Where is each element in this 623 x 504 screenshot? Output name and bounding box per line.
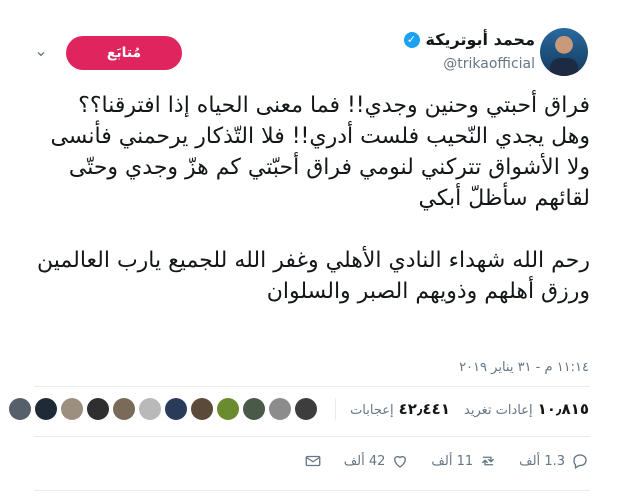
tweet-text: فراق أحبتي وحنين وجدي!! فما معنى الحياه …: [37, 93, 590, 304]
stats-separator: [335, 398, 337, 420]
likes-count: ٤٢٫٤٤١: [398, 400, 450, 418]
retweets-stat[interactable]: ١٠٫٨١٥ إعادات تغريد: [464, 400, 589, 418]
divider: [34, 436, 590, 437]
heart-icon: [394, 455, 407, 468]
tweet-actions: 1.3 ألف 11 ألف 42 ألف: [304, 452, 589, 470]
like-button[interactable]: 42 ألف: [344, 452, 410, 470]
envelope-icon: [305, 455, 321, 467]
liker-avatar[interactable]: [243, 398, 266, 420]
liker-avatar[interactable]: [139, 398, 162, 420]
avatar[interactable]: [540, 28, 588, 76]
retweet-icon: [482, 456, 495, 466]
direct-message-button[interactable]: [304, 452, 322, 470]
chevron-down-icon[interactable]: ⌄: [32, 42, 50, 60]
tweet-stats: ١٠٫٨١٥ إعادات تغريد ٤٢٫٤٤١ إعجابات: [9, 398, 589, 420]
retweet-button[interactable]: 11 ألف: [431, 452, 497, 470]
liker-avatar[interactable]: [113, 398, 136, 420]
liker-avatar[interactable]: [87, 398, 110, 420]
tweet-card: محمد أبوتريكة ✓ @trikaofficial مُتابَع ⌄…: [0, 0, 623, 504]
tweet-timestamp[interactable]: ١١:١٤ م - ٣١ يناير ٢٠١٩: [459, 360, 589, 375]
liker-avatar[interactable]: [269, 398, 292, 420]
retweets-label: إعادات تغريد: [464, 403, 533, 418]
liker-avatar[interactable]: [217, 398, 240, 420]
author-name-row[interactable]: محمد أبوتريكة ✓: [403, 30, 535, 49]
reply-button[interactable]: 1.3 ألف: [519, 452, 589, 470]
liker-avatar[interactable]: [61, 398, 84, 420]
like-count: 42 ألف: [343, 453, 386, 469]
liker-avatar[interactable]: [295, 398, 318, 420]
reply-count: 1.3 ألف: [519, 453, 565, 469]
likes-stat[interactable]: ٤٢٫٤٤١ إعجابات: [350, 400, 450, 418]
liker-avatar[interactable]: [165, 398, 188, 420]
liker-avatar[interactable]: [191, 398, 214, 420]
retweet-count: 11 ألف: [431, 453, 474, 469]
divider: [34, 386, 590, 387]
divider: [34, 490, 590, 491]
display-name[interactable]: محمد أبوتريكة: [426, 30, 535, 49]
liker-avatar[interactable]: [35, 398, 58, 420]
following-button[interactable]: مُتابَع: [66, 36, 182, 70]
liker-avatar[interactable]: [9, 398, 32, 420]
liker-avatars: [9, 398, 318, 420]
retweets-count: ١٠٫٨١٥: [537, 400, 589, 418]
handle[interactable]: @trikaofficial: [443, 56, 535, 72]
reply-icon: [573, 454, 587, 469]
verified-badge-icon: ✓: [403, 31, 420, 48]
likes-label: إعجابات: [350, 403, 394, 418]
